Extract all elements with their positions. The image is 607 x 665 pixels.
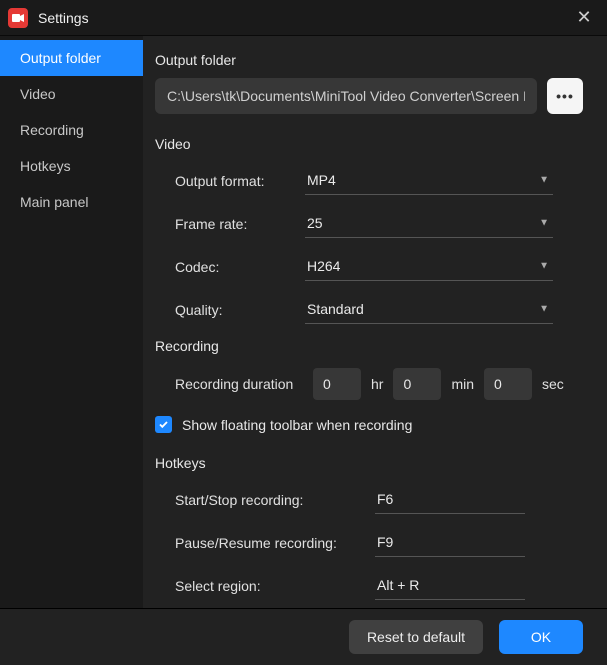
output-folder-input[interactable]	[155, 78, 537, 114]
frame-rate-label: Frame rate:	[175, 216, 305, 232]
close-button[interactable]: ✕	[561, 0, 607, 36]
ellipsis-icon: •••	[556, 88, 574, 104]
footer: Reset to default OK	[0, 608, 607, 665]
pause-resume-hotkey-input[interactable]: F9	[375, 528, 525, 557]
sidebar-item-recording[interactable]: Recording	[0, 112, 143, 148]
close-icon: ✕	[576, 7, 591, 28]
window-title: Settings	[38, 10, 89, 26]
codec-label: Codec:	[175, 259, 305, 275]
output-format-select[interactable]: MP4 ▼	[305, 166, 553, 195]
check-icon	[158, 419, 169, 430]
section-heading-recording: Recording	[155, 338, 583, 354]
titlebar: Settings ✕	[0, 0, 607, 36]
show-floating-toolbar-checkbox[interactable]	[155, 416, 172, 433]
recording-seconds-input[interactable]	[484, 368, 532, 400]
browse-folder-button[interactable]: •••	[547, 78, 583, 114]
sidebar-item-output-folder[interactable]: Output folder	[0, 40, 143, 76]
start-stop-label: Start/Stop recording:	[175, 492, 375, 508]
sidebar-item-hotkeys[interactable]: Hotkeys	[0, 148, 143, 184]
start-stop-hotkey-input[interactable]: F6	[375, 485, 525, 514]
ok-button[interactable]: OK	[499, 620, 583, 654]
quality-value: Standard	[305, 295, 553, 324]
output-format-value: MP4	[305, 166, 553, 195]
sidebar-item-video[interactable]: Video	[0, 76, 143, 112]
output-format-label: Output format:	[175, 173, 305, 189]
pause-resume-label: Pause/Resume recording:	[175, 535, 375, 551]
sidebar-item-main-panel[interactable]: Main panel	[0, 184, 143, 220]
recording-hours-input[interactable]	[313, 368, 361, 400]
frame-rate-value: 25	[305, 209, 553, 238]
hours-unit: hr	[371, 376, 383, 392]
section-heading-output-folder: Output folder	[155, 52, 583, 68]
section-heading-hotkeys: Hotkeys	[155, 455, 583, 471]
show-floating-toolbar-label: Show floating toolbar when recording	[182, 417, 412, 433]
codec-value: H264	[305, 252, 553, 281]
recording-duration-label: Recording duration	[175, 376, 303, 392]
show-floating-toolbar-checkbox-row[interactable]: Show floating toolbar when recording	[155, 416, 583, 433]
app-icon	[8, 8, 28, 28]
codec-select[interactable]: H264 ▼	[305, 252, 553, 281]
seconds-unit: sec	[542, 376, 564, 392]
reset-to-default-button[interactable]: Reset to default	[349, 620, 483, 654]
minutes-unit: min	[451, 376, 474, 392]
frame-rate-select[interactable]: 25 ▼	[305, 209, 553, 238]
quality-label: Quality:	[175, 302, 305, 318]
quality-select[interactable]: Standard ▼	[305, 295, 553, 324]
sidebar: Output folderVideoRecordingHotkeysMain p…	[0, 36, 143, 608]
section-heading-video: Video	[155, 136, 583, 152]
select-region-hotkey-input[interactable]: Alt + R	[375, 571, 525, 600]
recording-minutes-input[interactable]	[393, 368, 441, 400]
content-panel: Output folder ••• Video Output format: M…	[143, 36, 607, 608]
select-region-label: Select region:	[175, 578, 375, 594]
